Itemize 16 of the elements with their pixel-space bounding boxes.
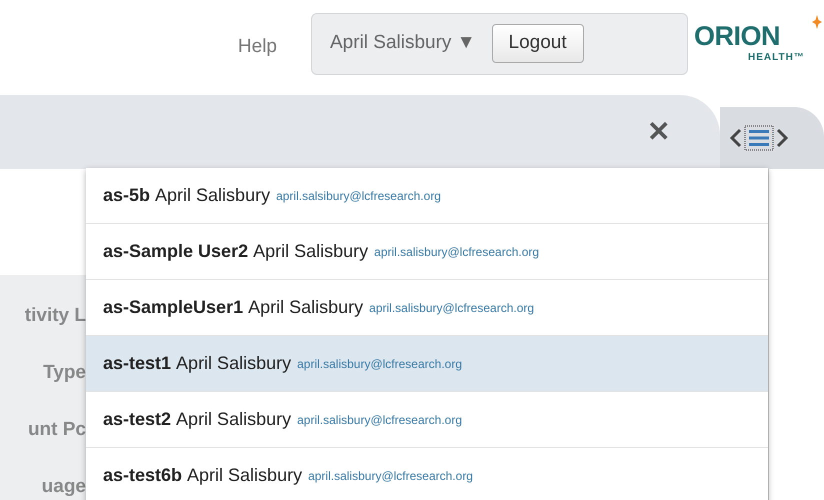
star-icon [812,14,822,28]
user-option[interactable]: as-test6b April Salisbury april.salisbury@lcfresearch.org [86,448,768,500]
user-option[interactable]: as-test2 April Salisbury april.salisbury@lcfresearch.org [86,392,768,448]
field-label: unt Pc [28,418,86,442]
user-menu-button[interactable]: April Salisbury ▼ [330,29,476,58]
field-label: tivity L [24,304,86,328]
field-label: Type [43,361,86,385]
user-option[interactable]: as-test1 April Salisbury april.salisbury@lcfresearch.org [86,336,768,392]
logo-tagline: HEALTH™ [748,50,806,64]
field-label: uage [42,475,86,499]
help-link[interactable]: Help [238,33,277,62]
logout-button[interactable]: Logout [492,24,584,63]
close-icon[interactable]: ✕ [647,111,670,153]
user-option[interactable]: as-5b April Salisbury april.salsibury@lcfresearch.org [86,168,768,224]
user-option[interactable]: as-Sample User2 April Salisbury april.salisbury@lcfresearch.org [86,224,768,280]
logo-text: ORION [694,22,782,50]
